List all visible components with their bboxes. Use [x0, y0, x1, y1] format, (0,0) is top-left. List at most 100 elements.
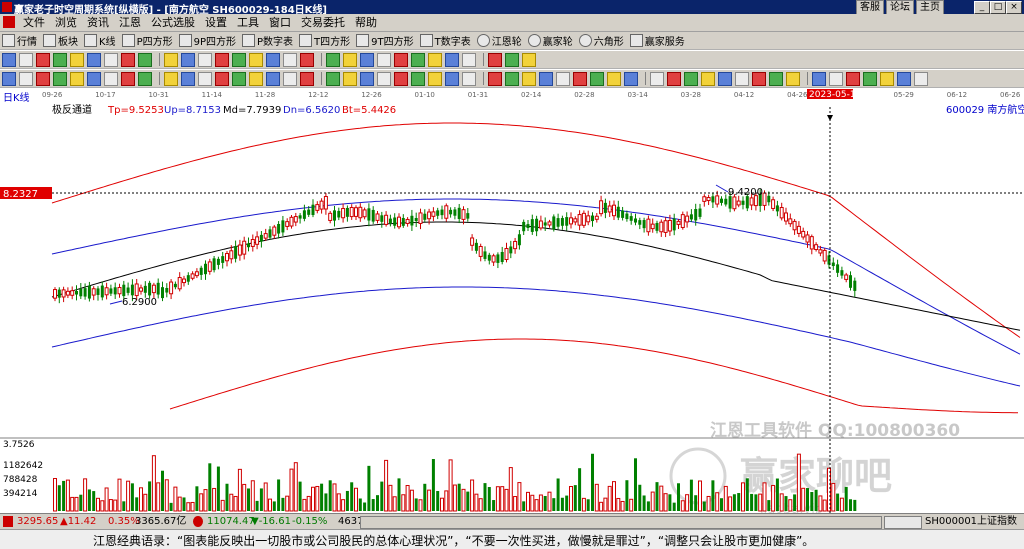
menu-window[interactable]: 窗口: [264, 16, 296, 29]
analysis-tool-icon[interactable]: [829, 71, 843, 86]
analysis-tool-icon[interactable]: [522, 71, 536, 86]
analysis-tool-icon[interactable]: [505, 71, 519, 86]
tool-t-square[interactable]: T四方形: [299, 33, 350, 48]
analysis-tool-icon[interactable]: [573, 71, 587, 86]
drawing-tool-icon[interactable]: [377, 52, 391, 67]
status-scroll-area[interactable]: [360, 516, 882, 529]
analysis-tool-icon[interactable]: [880, 71, 894, 86]
analysis-tool-icon[interactable]: [343, 71, 357, 86]
analysis-tool-icon[interactable]: [36, 71, 50, 86]
drawing-tool-icon[interactable]: [36, 52, 50, 67]
analysis-tool-icon[interactable]: [914, 71, 928, 86]
analysis-tool-icon[interactable]: [19, 71, 33, 86]
analysis-tool-icon[interactable]: [394, 71, 408, 86]
drawing-tool-icon[interactable]: [104, 52, 118, 67]
analysis-tool-icon[interactable]: [684, 71, 698, 86]
menu-formula-screener[interactable]: 公式选股: [146, 16, 200, 29]
menu-tools[interactable]: 工具: [232, 16, 264, 29]
drawing-tool-icon[interactable]: [181, 52, 195, 67]
menu-settings[interactable]: 设置: [200, 16, 232, 29]
analysis-tool-icon[interactable]: [786, 71, 800, 86]
tool-p-table[interactable]: P数字表: [242, 33, 293, 48]
analysis-tool-icon[interactable]: [607, 71, 621, 86]
drawing-tool-icon[interactable]: [360, 52, 374, 67]
analysis-tool-icon[interactable]: [377, 71, 391, 86]
analysis-tool-icon[interactable]: [266, 71, 280, 86]
kline-chart-panel[interactable]: 09-26 10-17 10-31 11-14 11-28 12-12 12-26 01-10…: [0, 89, 1024, 513]
tool-gann-wheel[interactable]: 江恩轮: [476, 33, 522, 48]
analysis-tool-icon[interactable]: [326, 71, 340, 86]
tool-kline[interactable]: K线: [84, 33, 116, 48]
tool-hexagon[interactable]: 六角形: [578, 33, 624, 48]
analysis-tool-icon[interactable]: [897, 71, 911, 86]
drawing-tool-icon[interactable]: [19, 52, 33, 67]
menu-app-icon[interactable]: [3, 16, 15, 28]
menu-trading[interactable]: 交易委托: [296, 16, 350, 29]
drawing-tool-icon[interactable]: [249, 52, 263, 67]
drawing-tool-icon[interactable]: [266, 52, 280, 67]
drawing-tool-icon[interactable]: [445, 52, 459, 67]
tool-sectors[interactable]: 板块: [43, 33, 78, 48]
drawing-tool-icon[interactable]: [394, 52, 408, 67]
analysis-tool-icon[interactable]: [812, 71, 826, 86]
drawing-tool-icon[interactable]: [215, 52, 229, 67]
menu-gann[interactable]: 江恩: [114, 16, 146, 29]
tool-quotes[interactable]: 行情: [2, 33, 37, 48]
maximize-button[interactable]: □: [990, 1, 1006, 14]
drawing-tool-icon[interactable]: [462, 52, 476, 67]
drawing-tool-icon[interactable]: [87, 52, 101, 67]
analysis-tool-icon[interactable]: [53, 71, 67, 86]
link-service[interactable]: 客服: [856, 0, 884, 15]
analysis-tool-icon[interactable]: [87, 71, 101, 86]
tool-p-square[interactable]: P四方形: [121, 33, 173, 48]
link-home[interactable]: 主页: [916, 0, 944, 15]
drawing-tool-icon[interactable]: [428, 52, 442, 67]
analysis-tool-icon[interactable]: [2, 71, 16, 86]
drawing-tool-icon[interactable]: [53, 52, 67, 67]
analysis-tool-icon[interactable]: [411, 71, 425, 86]
drawing-tool-icon[interactable]: [343, 52, 357, 67]
analysis-tool-icon[interactable]: [701, 71, 715, 86]
analysis-tool-icon[interactable]: [249, 71, 263, 86]
minimize-button[interactable]: _: [974, 1, 990, 14]
drawing-tool-icon[interactable]: [232, 52, 246, 67]
drawing-tool-icon[interactable]: [2, 52, 16, 67]
analysis-tool-icon[interactable]: [283, 71, 297, 86]
analysis-tool-icon[interactable]: [215, 71, 229, 86]
analysis-tool-icon[interactable]: [232, 71, 246, 86]
menu-file[interactable]: 文件: [18, 16, 50, 29]
analysis-tool-icon[interactable]: [846, 71, 860, 86]
analysis-tool-icon[interactable]: [556, 71, 570, 86]
drawing-tool-icon[interactable]: [488, 52, 502, 67]
tool-9p-square[interactable]: 9P四方形: [178, 33, 236, 48]
drawing-tool-icon[interactable]: [164, 52, 178, 67]
analysis-tool-icon[interactable]: [650, 71, 664, 86]
analysis-tool-icon[interactable]: [667, 71, 681, 86]
analysis-tool-icon[interactable]: [138, 71, 152, 86]
analysis-tool-icon[interactable]: [624, 71, 638, 86]
tool-t-table[interactable]: T数字表: [419, 33, 471, 48]
analysis-tool-icon[interactable]: [360, 71, 374, 86]
analysis-tool-icon[interactable]: [735, 71, 749, 86]
menu-browse[interactable]: 浏览: [50, 16, 82, 29]
drawing-tool-icon[interactable]: [283, 52, 297, 67]
drawing-tool-icon[interactable]: [326, 52, 340, 67]
analysis-tool-icon[interactable]: [104, 71, 118, 86]
analysis-tool-icon[interactable]: [488, 71, 502, 86]
analysis-tool-icon[interactable]: [752, 71, 766, 86]
drawing-tool-icon[interactable]: [70, 52, 84, 67]
analysis-tool-icon[interactable]: [300, 71, 314, 86]
drawing-tool-icon[interactable]: [522, 52, 536, 67]
drawing-tool-icon[interactable]: [300, 52, 314, 67]
link-forum[interactable]: 论坛: [886, 0, 914, 15]
drawing-tool-icon[interactable]: [198, 52, 212, 67]
analysis-tool-icon[interactable]: [428, 71, 442, 86]
drawing-tool-icon[interactable]: [505, 52, 519, 67]
index-name[interactable]: SH000001上证指数: [925, 515, 1017, 528]
analysis-tool-icon[interactable]: [590, 71, 604, 86]
analysis-tool-icon[interactable]: [164, 71, 178, 86]
analysis-tool-icon[interactable]: [445, 71, 459, 86]
menu-news[interactable]: 资讯: [82, 16, 114, 29]
analysis-tool-icon[interactable]: [181, 71, 195, 86]
drawing-tool-icon[interactable]: [138, 52, 152, 67]
